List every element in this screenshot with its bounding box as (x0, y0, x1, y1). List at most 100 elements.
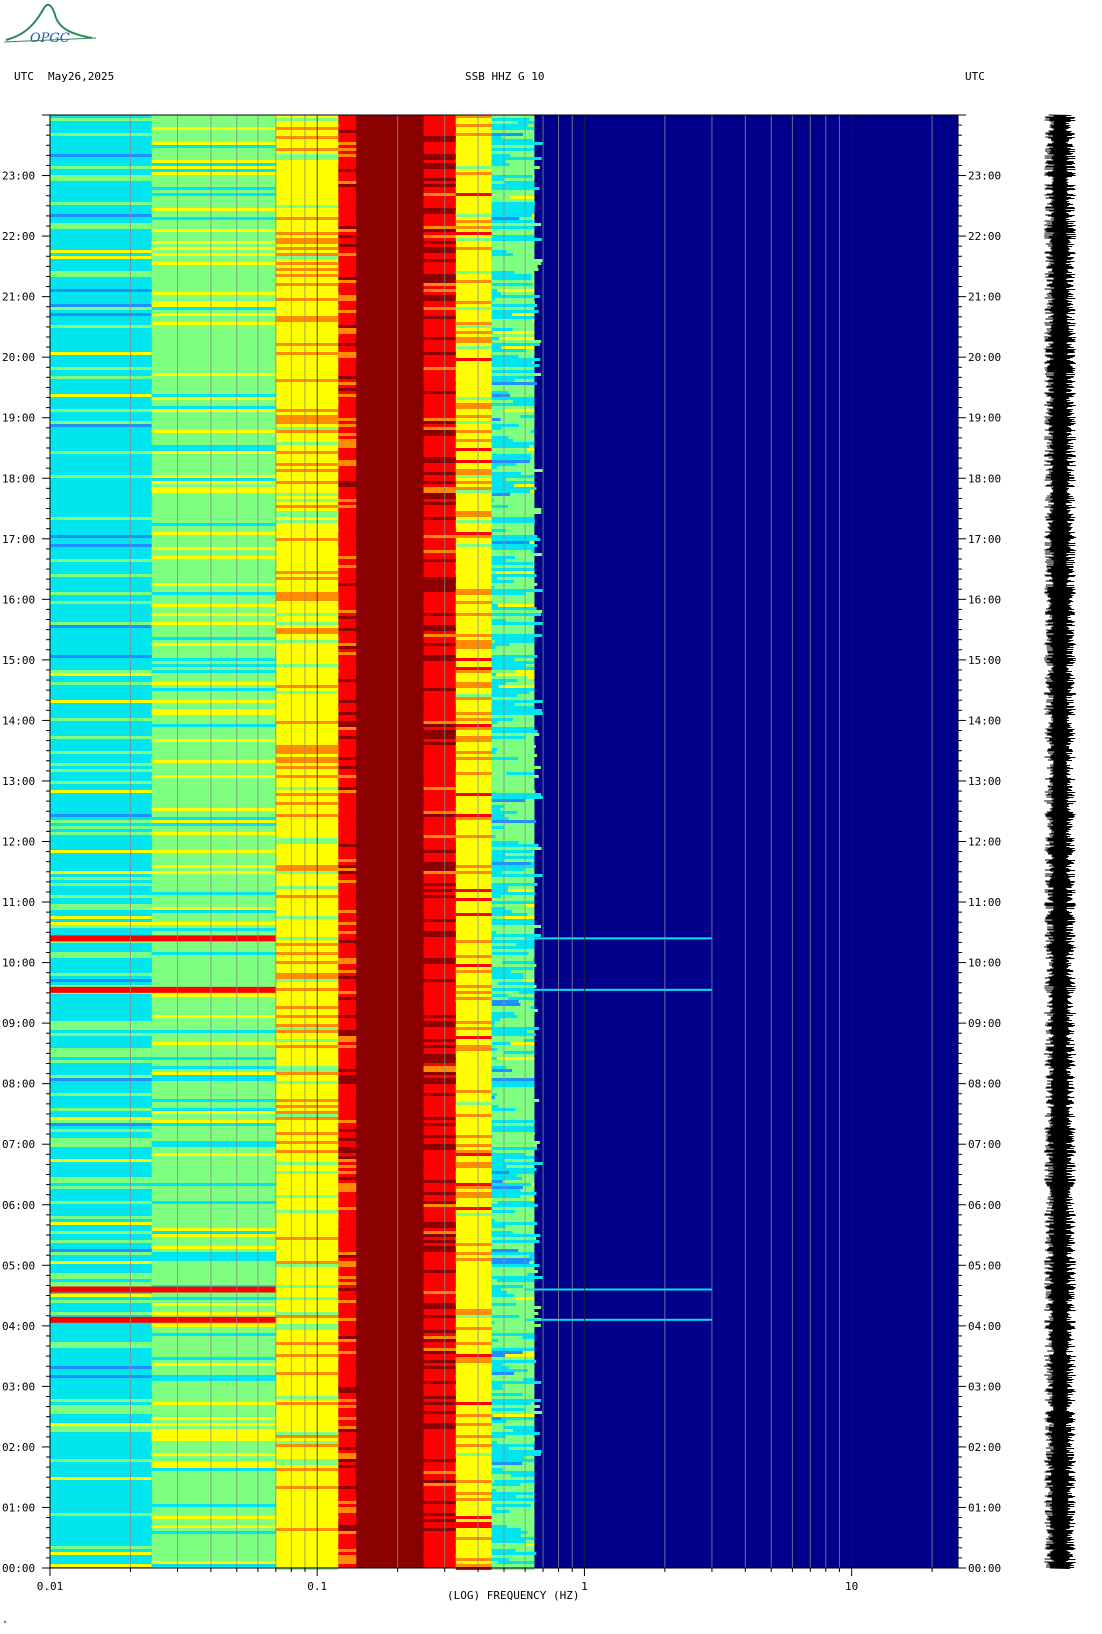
spectral-stripe (423, 946, 456, 949)
spectral-stripe (275, 916, 339, 919)
spectral-stripe (423, 361, 456, 364)
spectral-stripe (338, 1336, 357, 1339)
transition-edge (491, 1261, 530, 1264)
spectral-stripe (455, 607, 492, 610)
spectral-stripe (338, 433, 357, 436)
spectral-stripe (275, 1312, 339, 1315)
spectral-stripe (455, 1105, 492, 1108)
y-tick-label-right: 03:00 (968, 1380, 1001, 1393)
spectral-stripe (455, 139, 492, 142)
spectral-stripe (338, 1171, 357, 1174)
spectral-stripe (423, 1003, 456, 1006)
transition-edge (491, 1102, 501, 1105)
spectral-stripe (50, 361, 152, 364)
spectral-stripe (338, 1546, 357, 1549)
spectral-stripe (151, 1207, 276, 1210)
spectral-stripe (455, 694, 492, 697)
spectral-stripe (50, 1027, 152, 1030)
spectral-stripe (338, 1279, 357, 1282)
spectral-stripe (50, 475, 152, 478)
spectral-stripe (151, 193, 276, 196)
spectral-stripe (151, 1228, 276, 1231)
spectral-stripe (338, 922, 357, 925)
spectral-stripe (151, 583, 276, 586)
spectral-stripe (50, 370, 152, 373)
spectral-stripe (50, 1024, 152, 1027)
transition-edge (491, 967, 534, 970)
spectral-stripe (275, 1423, 339, 1426)
spectral-stripe (338, 1486, 357, 1489)
spectral-stripe (338, 490, 357, 493)
spectral-stripe (455, 1165, 492, 1168)
spectral-stripe (455, 1444, 492, 1447)
spectral-stripe (455, 1555, 492, 1558)
spectral-stripe (275, 754, 339, 757)
transition-edge (491, 1519, 500, 1522)
transition-edge (491, 502, 529, 505)
spectral-stripe (275, 490, 339, 493)
spectral-stripe (151, 1234, 276, 1237)
transition-edge (491, 1084, 500, 1087)
spectral-stripe (275, 751, 339, 754)
spectral-stripe (338, 766, 357, 769)
spectral-stripe (338, 652, 357, 655)
spectral-stripe (423, 1501, 456, 1504)
spectral-stripe (50, 409, 152, 412)
spectral-stripe (423, 1381, 456, 1384)
spectral-stripe (455, 1207, 492, 1210)
spectral-stripe (151, 775, 276, 778)
spectral-stripe (455, 700, 492, 703)
transition-edge (491, 508, 542, 511)
transition-edge (491, 760, 521, 763)
transition-edge (491, 808, 501, 811)
spectral-stripe (275, 787, 339, 790)
spectral-stripe (338, 505, 357, 508)
spectral-stripe (50, 1273, 152, 1276)
spectral-stripe (423, 1174, 456, 1177)
transition-edge (491, 904, 526, 907)
spectral-stripe (275, 820, 339, 823)
spectral-stripe (275, 430, 339, 433)
transition-edge (491, 538, 541, 541)
spectral-stripe (455, 226, 492, 229)
transition-edge (491, 1339, 499, 1342)
spectral-stripe (423, 367, 456, 370)
spectral-stripe (338, 1033, 357, 1036)
event-band (525, 937, 712, 940)
spectral-stripe (455, 1258, 492, 1261)
transition-edge (491, 1081, 515, 1084)
spectral-stripe (338, 700, 357, 703)
spectral-stripe (455, 415, 492, 418)
spectral-stripe (423, 295, 456, 298)
transition-edge (491, 1078, 535, 1081)
transition-edge (491, 229, 526, 232)
spectral-stripe (423, 655, 456, 658)
spectral-stripe (423, 283, 456, 286)
spectral-stripe (50, 784, 152, 787)
spectral-stripe (50, 304, 152, 307)
transition-edge (491, 469, 543, 472)
spectral-stripe (338, 418, 357, 421)
transition-edge (491, 1027, 540, 1030)
spectral-stripe (275, 1333, 339, 1336)
transition-edge (491, 1123, 494, 1126)
spectral-stripe (338, 235, 357, 238)
transition-edge (491, 637, 509, 640)
spectral-stripe (423, 589, 456, 592)
spectral-stripe (423, 1522, 456, 1525)
spectral-stripe (455, 1435, 492, 1438)
transition-edge (491, 184, 522, 187)
spectral-stripe (151, 487, 276, 490)
spectral-stripe (455, 685, 492, 688)
spectral-stripe (455, 337, 492, 340)
spectral-stripe (338, 499, 357, 502)
spectral-stripe (275, 898, 339, 901)
spectral-stripe (338, 1507, 357, 1510)
transition-edge (491, 1195, 521, 1198)
spectral-stripe (151, 1222, 276, 1225)
spectral-stripe (338, 718, 357, 721)
spectral-stripe (151, 415, 276, 418)
spectral-stripe (455, 1036, 492, 1039)
spectral-stripe (338, 1165, 357, 1168)
spectral-stripe (423, 211, 456, 214)
